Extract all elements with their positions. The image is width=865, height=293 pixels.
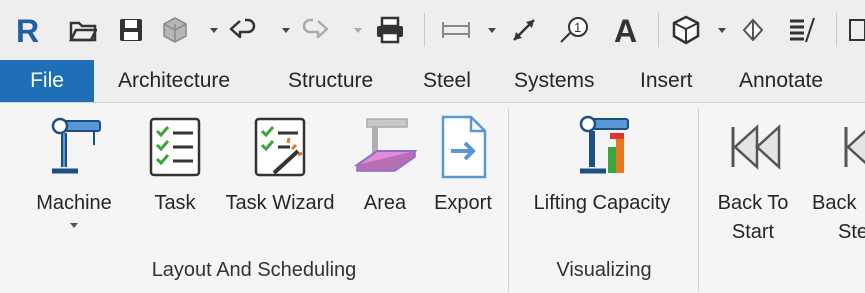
task-checklist-icon [143,113,207,181]
svg-text:A: A [614,14,637,46]
tab-systems[interactable]: Systems [514,60,595,102]
toolbar-separator [424,13,425,47]
ribbon-panel: Machine Task Task Wizard Area Export Lif… [0,103,865,293]
thin-lines-icon[interactable] [784,10,820,50]
open-folder-icon[interactable] [66,10,100,50]
export-icon [431,113,495,181]
group-separator [698,109,699,291]
group-label-layout-and-scheduling: Layout And Scheduling [151,259,357,281]
switch-windows-icon[interactable] [846,10,865,50]
back-to-start-label-line2: Start [731,221,775,243]
ribbon-tabs: File Architecture Structure Steel System… [0,60,865,103]
revit-logo-icon[interactable]: R [8,10,48,50]
save-icon[interactable] [114,10,148,50]
sync-icon[interactable] [158,10,192,50]
lifting-capacity-icon [570,113,634,181]
machine-button[interactable]: Machine [22,103,126,253]
machine-label: Machine [36,192,112,214]
crane-machine-icon [42,113,106,181]
task-wizard-label: Task Wizard [225,192,335,214]
toolbar-separator [836,13,837,47]
measure-icon[interactable] [438,10,474,50]
aligned-dimension-icon[interactable] [506,10,542,50]
3d-view-icon[interactable] [668,10,704,50]
back-step-label-line1: Back [812,192,857,214]
tab-architecture[interactable]: Architecture [118,60,230,102]
group-separator [508,109,509,291]
tab-insert[interactable]: Insert [640,60,693,102]
undo-icon[interactable] [226,10,260,50]
3d-view-dropdown-icon[interactable] [718,28,726,33]
svg-text:R: R [16,13,39,48]
task-button[interactable]: Task [148,103,202,223]
area-button[interactable]: Area [353,103,419,223]
task-wizard-button[interactable]: Task Wizard [216,103,344,223]
back-step-label-line2: Step [838,221,865,243]
export-label: Export [434,192,492,214]
text-icon[interactable]: A [608,10,644,50]
print-icon[interactable] [372,10,408,50]
export-button[interactable]: Export [424,103,502,223]
task-label: Task [154,192,196,214]
area-label: Area [363,192,407,214]
machine-dropdown-icon[interactable] [70,223,78,228]
measure-dropdown-icon[interactable] [488,28,496,33]
tab-steel[interactable]: Steel [423,60,471,102]
svg-text:1: 1 [574,20,581,35]
back-to-start-icon [721,113,785,181]
back-step-button[interactable]: Back Step [808,103,865,253]
lifting-capacity-label: Lifting Capacity [533,192,671,214]
group-label-visualizing: Visualizing [556,259,652,281]
back-step-icon [838,113,865,181]
redo-dropdown-icon[interactable] [354,28,362,33]
section-icon[interactable] [736,10,770,50]
tab-annotate[interactable]: Annotate [739,60,823,102]
back-to-start-button[interactable]: Back To Start [708,103,798,253]
sync-dropdown-icon[interactable] [210,28,218,33]
undo-dropdown-icon[interactable] [282,28,290,33]
quick-access-toolbar: R 1 A [0,0,865,60]
back-to-start-label-line1: Back To [717,192,789,214]
redo-icon[interactable] [298,10,332,50]
task-wizard-icon [248,113,312,181]
tag-icon[interactable]: 1 [556,10,592,50]
toolbar-separator [658,13,659,47]
area-icon [353,113,419,181]
tab-file[interactable]: File [0,60,94,102]
lifting-capacity-button[interactable]: Lifting Capacity [514,103,690,223]
tab-structure[interactable]: Structure [288,60,373,102]
